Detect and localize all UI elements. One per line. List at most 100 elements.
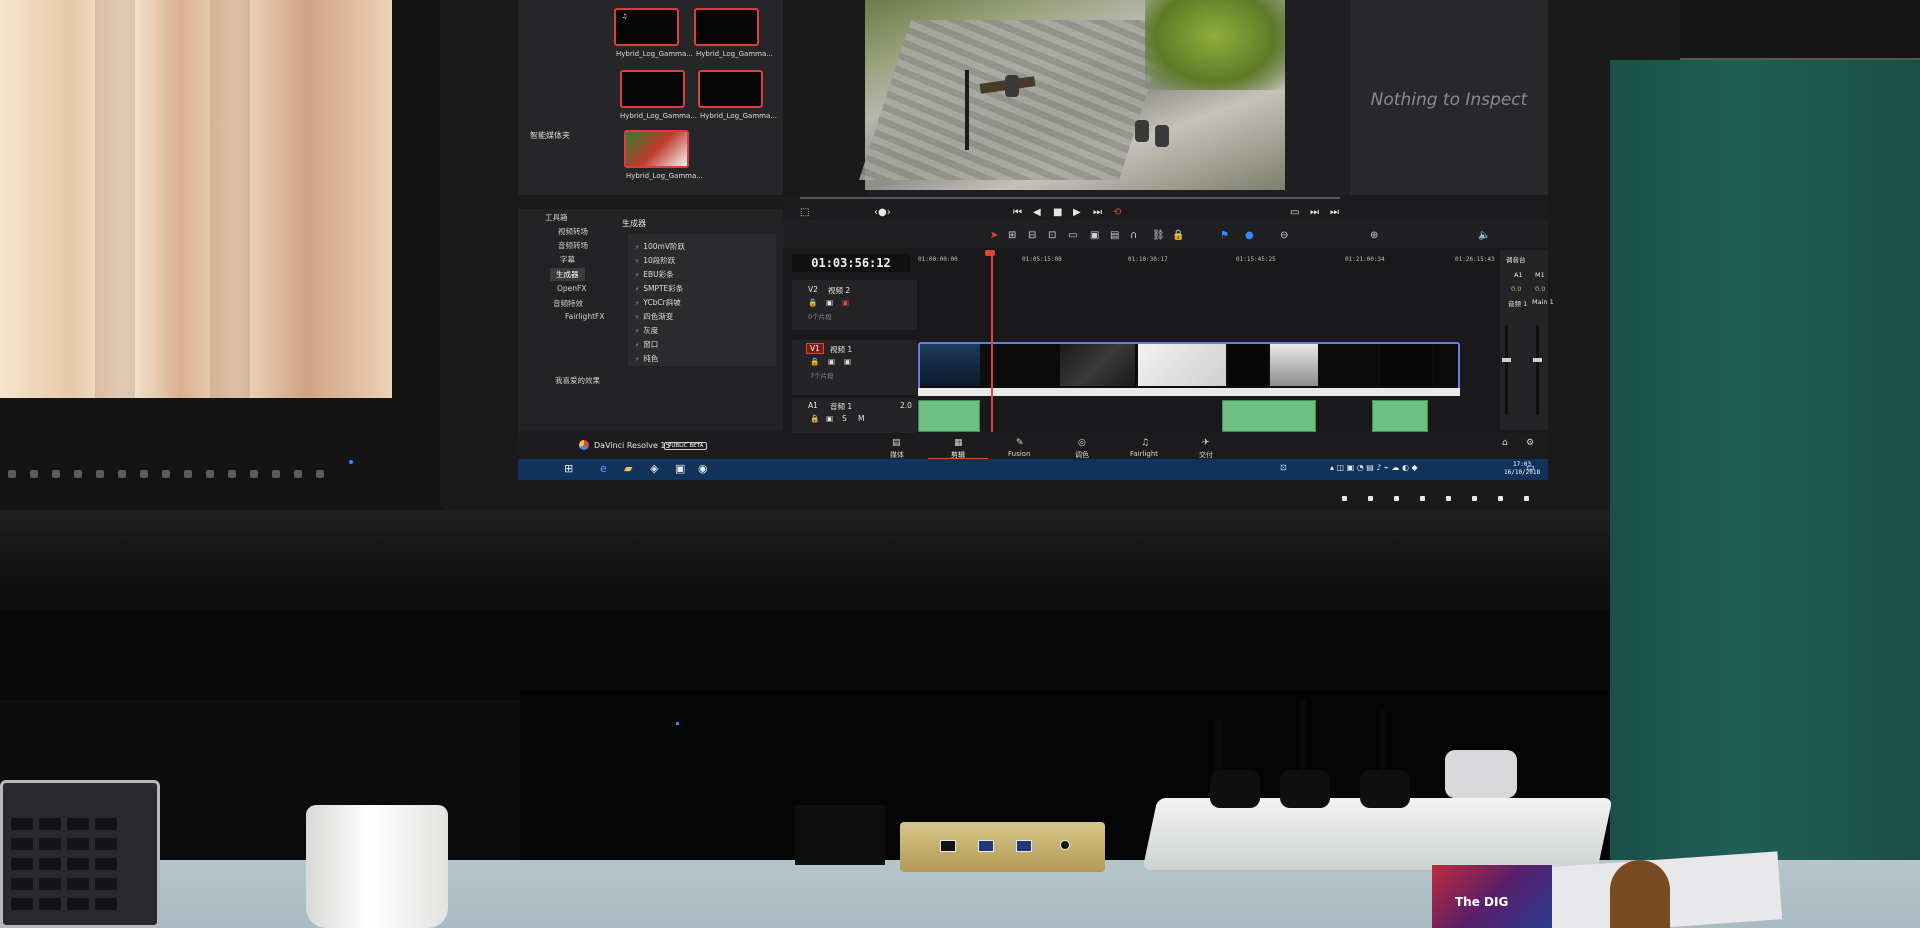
fader-knob[interactable]: [1502, 358, 1511, 362]
favorites-label[interactable]: 我喜爱的效果: [555, 375, 600, 386]
page-tab-fusion[interactable]: Fusion: [1008, 450, 1030, 458]
video-clip[interactable]: [1320, 344, 1378, 386]
audio-clip[interactable]: [918, 400, 980, 432]
fx-tree-item[interactable]: 音频转场: [558, 240, 588, 251]
notification-icon[interactable]: ▭: [1526, 463, 1535, 473]
fx-item[interactable]: SMPTE彩条: [635, 283, 683, 294]
system-clock[interactable]: 17:03 16/10/2018: [1504, 461, 1540, 477]
video-clip[interactable]: [1270, 344, 1318, 386]
end-icon[interactable]: ⏭: [1330, 207, 1339, 218]
stop-icon[interactable]: ■: [1053, 207, 1062, 218]
flag-icon[interactable]: ⚑: [1220, 230, 1229, 241]
video-clip[interactable]: [920, 344, 980, 386]
app-taskbar-icon-2[interactable]: ◉: [698, 462, 708, 475]
match-frame-icon[interactable]: ▭: [1290, 207, 1299, 218]
reverse-icon[interactable]: ◀: [1033, 207, 1041, 218]
home-icon[interactable]: ⌂: [1502, 438, 1508, 448]
snapping-icon[interactable]: ∩: [1130, 230, 1137, 241]
fx-tree-item[interactable]: 音频特效: [553, 298, 583, 309]
fx-tree-item-active[interactable]: 生成器: [550, 268, 585, 281]
fx-tree-item[interactable]: 工具箱: [545, 212, 568, 223]
edge-browser-icon[interactable]: e: [600, 462, 607, 475]
fx-item[interactable]: EBU彩条: [635, 269, 673, 280]
page-tab-fairlight[interactable]: Fairlight: [1130, 450, 1158, 458]
insert-clip-icon[interactable]: ▭: [1068, 230, 1077, 241]
app-taskbar-icon[interactable]: ▣: [675, 462, 685, 475]
deliver-page-icon[interactable]: ✈: [1202, 438, 1210, 448]
track-monitor-icon[interactable]: ▣: [828, 357, 835, 366]
dynamic-trim-icon[interactable]: ⊟: [1028, 230, 1036, 241]
clip-thumbnail[interactable]: [620, 70, 685, 108]
video-clip[interactable]: [1060, 344, 1135, 386]
fx-tree-item[interactable]: OpenFX: [557, 284, 586, 293]
fx-item[interactable]: 四色渐变: [635, 311, 673, 322]
viewer-mode-icon[interactable]: ⬚: [800, 207, 809, 218]
mute-icon[interactable]: M: [858, 414, 864, 423]
clip-thumbnail[interactable]: ♫: [614, 8, 679, 46]
fader-knob[interactable]: [1533, 358, 1542, 362]
overwrite-clip-icon[interactable]: ▣: [1090, 230, 1099, 241]
next-edit-icon[interactable]: ⏭: [1310, 207, 1319, 218]
fx-item[interactable]: 10段阶跃: [635, 255, 675, 266]
blade-tool-icon[interactable]: ⊡: [1048, 230, 1056, 241]
zoom-in-icon[interactable]: ⊕: [1370, 230, 1378, 241]
jog-control-icon[interactable]: ‹●›: [874, 207, 891, 218]
marker-icon[interactable]: ●: [1245, 230, 1254, 241]
fx-tree-item[interactable]: 视频转场: [558, 226, 588, 237]
audio-clip[interactable]: [1222, 400, 1316, 432]
track-lock-icon[interactable]: 🔒: [810, 414, 819, 423]
selection-tool-icon[interactable]: ➤: [990, 230, 998, 241]
track-monitor-icon[interactable]: ▣: [826, 298, 833, 307]
video-clip[interactable]: [1138, 344, 1226, 386]
fx-item[interactable]: YCbCr斜坡: [635, 297, 681, 308]
fx-item[interactable]: 灰度: [635, 325, 658, 336]
fx-tree-item[interactable]: 字幕: [560, 254, 575, 265]
tray-icon[interactable]: ⊡: [1280, 463, 1287, 472]
clip-thumbnail[interactable]: [698, 70, 763, 108]
play-icon[interactable]: ▶: [1073, 207, 1081, 218]
skip-start-icon[interactable]: ⏮: [1013, 207, 1022, 218]
link-icon[interactable]: ⛓: [1152, 230, 1165, 241]
playhead[interactable]: [991, 252, 993, 432]
fx-item[interactable]: 窗口: [635, 339, 658, 350]
fader-track[interactable]: [1536, 325, 1539, 415]
track-monitor-icon[interactable]: ▣: [826, 414, 833, 423]
effects-search-bar[interactable]: [518, 195, 783, 209]
settings-gear-icon[interactable]: ⚙: [1526, 438, 1534, 448]
track-lock-icon[interactable]: 🔒: [810, 357, 819, 366]
scrub-bar[interactable]: [800, 197, 1340, 199]
loop-icon[interactable]: ⟲: [1113, 207, 1121, 218]
fx-item[interactable]: 纯色: [635, 353, 658, 364]
color-page-icon[interactable]: ◎: [1078, 438, 1086, 448]
clip-thumbnail[interactable]: [694, 8, 759, 46]
skip-end-icon[interactable]: ⏭: [1093, 207, 1102, 218]
solo-icon[interactable]: S: [842, 414, 847, 423]
track-lock-icon[interactable]: 🔒: [808, 298, 817, 307]
fusion-page-icon[interactable]: ✎: [1016, 438, 1024, 448]
trim-tool-icon[interactable]: ⊞: [1008, 230, 1016, 241]
clip-thumbnail[interactable]: [624, 130, 689, 168]
audio-clip[interactable]: [1372, 400, 1428, 432]
playhead-handle[interactable]: [985, 250, 995, 256]
fx-tree-item[interactable]: FairlightFX: [565, 312, 604, 321]
timeline-timecode[interactable]: 01:03:56:12: [792, 254, 910, 272]
fx-item[interactable]: 100mV阶跃: [635, 241, 685, 252]
resolve-taskbar-icon[interactable]: ◈: [650, 462, 658, 475]
file-explorer-icon[interactable]: ▰: [624, 462, 632, 475]
track-disable-icon[interactable]: ▣: [844, 357, 851, 366]
track-id-active[interactable]: V1: [806, 343, 824, 354]
windows-start-icon[interactable]: ⊞: [564, 462, 573, 475]
video-clip[interactable]: [1228, 344, 1268, 386]
speaker-icon[interactable]: 🔈: [1478, 230, 1490, 241]
track-disable-icon[interactable]: ▣: [842, 298, 849, 307]
fader-track[interactable]: [1505, 325, 1508, 415]
lock-icon[interactable]: 🔒: [1172, 230, 1184, 241]
video-clip[interactable]: [1434, 344, 1458, 386]
zoom-out-icon[interactable]: ⊖: [1280, 230, 1288, 241]
media-page-icon[interactable]: ▤: [892, 438, 901, 448]
video-clip[interactable]: [1380, 344, 1432, 386]
tray-icons[interactable]: ▴ ◫ ▣ ◔ ▤ ♪ ⌁ ☁ ◐ ◆: [1330, 463, 1418, 472]
replace-clip-icon[interactable]: ▤: [1110, 230, 1119, 241]
fairlight-page-icon[interactable]: ♫: [1141, 438, 1149, 448]
edit-page-icon[interactable]: ▦: [954, 438, 963, 448]
